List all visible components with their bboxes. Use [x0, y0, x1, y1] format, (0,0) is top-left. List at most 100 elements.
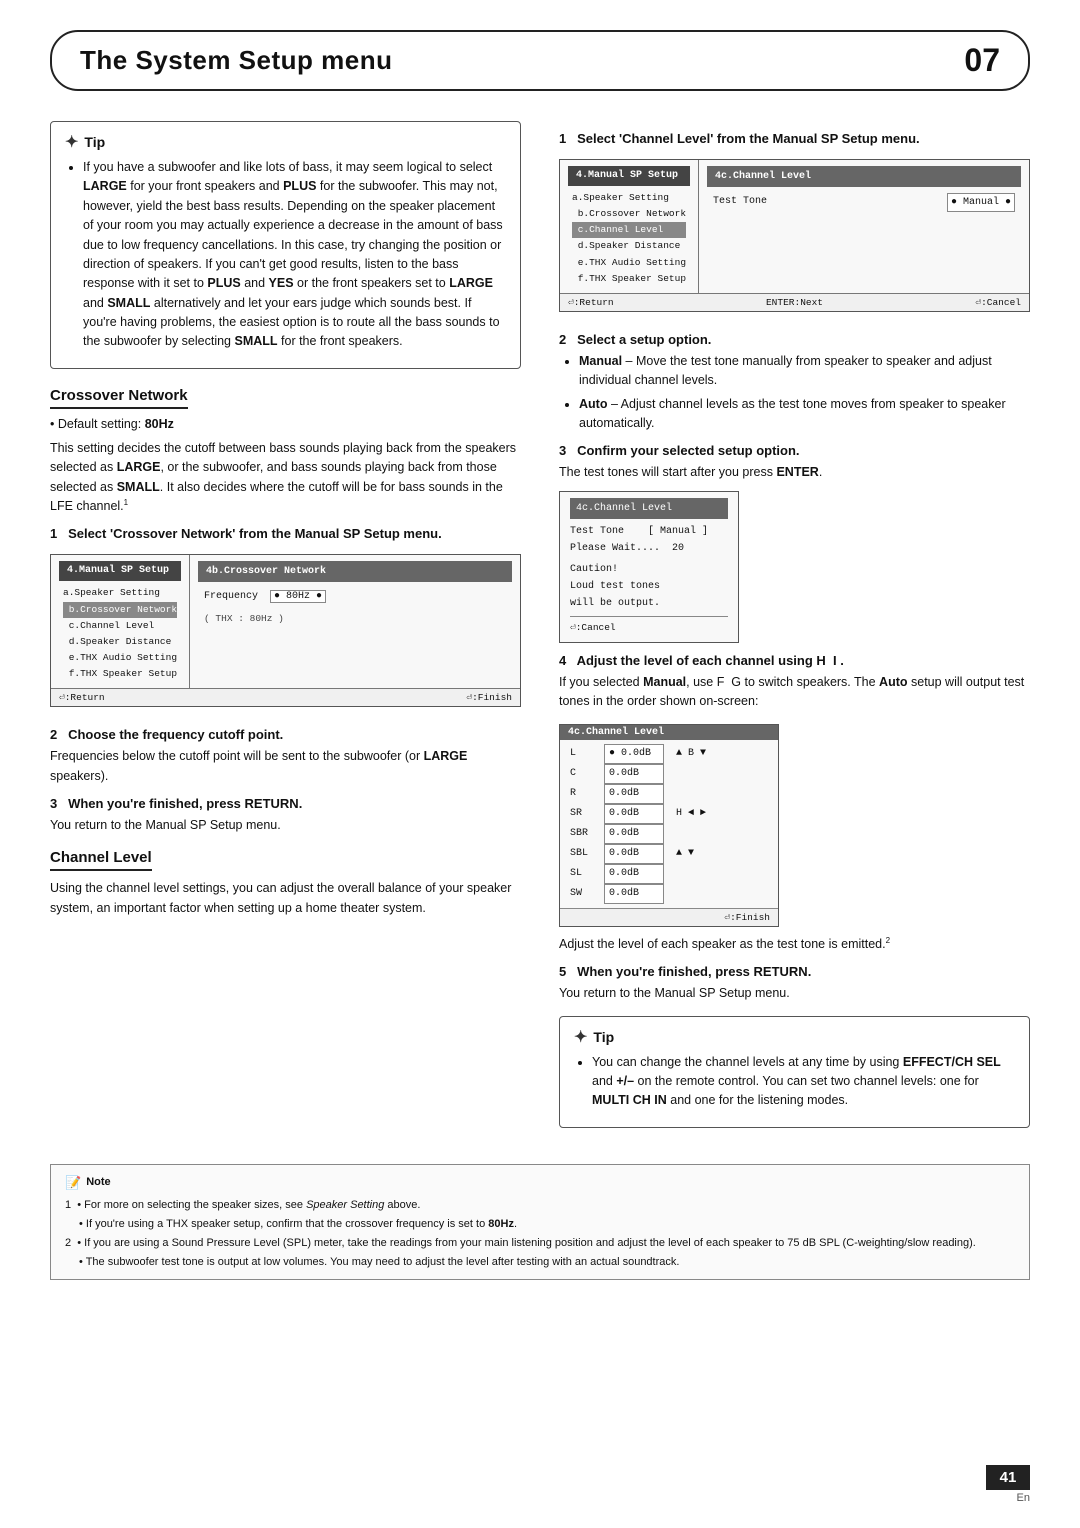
page-title: The System Setup menu: [80, 45, 392, 76]
wait-caution3: will be output.: [570, 595, 728, 612]
note-item-3: 2 • If you are using a Sound Pressure Le…: [65, 1235, 1015, 1252]
menu-item-3: c.Channel Level: [63, 618, 177, 634]
right-step5: 5 When you're finished, press RETURN. Yo…: [559, 964, 1030, 1003]
right-step4: 4 Adjust the level of each channel using…: [559, 653, 1030, 954]
left-tip-item-1: If you have a subwoofer and like lots of…: [83, 158, 506, 352]
channel-level-heading: Channel Level: [50, 849, 152, 871]
right-tip-box: ✦ Tip You can change the channel levels …: [559, 1016, 1030, 1128]
left-tip-header: ✦ Tip: [65, 132, 506, 152]
menu-item-6: f.THX Speaker Setup: [63, 666, 177, 682]
menu-item-1: a.Speaker Setting: [63, 585, 177, 601]
right-step5-heading: 5 When you're finished, press RETURN.: [559, 964, 1030, 979]
left-column: ✦ Tip If you have a subwoofer and like l…: [50, 121, 521, 1146]
ch-row-L: L ● 0.0dB ▲ B ▼: [570, 744, 768, 764]
ch-level-rows: L ● 0.0dB ▲ B ▼ C 0.0dB R 0.0dB: [560, 740, 778, 908]
crossover-body: This setting decides the cutoff between …: [50, 439, 521, 517]
right-step4-heading: 4 Adjust the level of each channel using…: [559, 653, 1030, 668]
ch-label-SW: SW: [570, 885, 598, 903]
ch-val-SBR: 0.0dB: [604, 824, 664, 844]
ch-row-SW: SW 0.0dB: [570, 884, 768, 904]
note-item-2: • If you're using a THX speaker setup, c…: [65, 1216, 1015, 1233]
option-manual: Manual – Move the test tone manually fro…: [579, 352, 1030, 391]
wait-title: 4c.Channel Level: [570, 498, 728, 519]
screen-footer-1: ⏎:Return ⏎:Finish: [51, 688, 520, 706]
left-tip-label: Tip: [84, 134, 105, 150]
ch-menu-item-5: e.THX Audio Setting: [572, 255, 686, 271]
ch-menu-item-6: f.THX Speaker Setup: [572, 271, 686, 287]
ch-label-SBR: SBR: [570, 825, 598, 843]
ch-row-SL: SL 0.0dB: [570, 864, 768, 884]
crossover-step1-heading: 1 Select 'Crossover Network' from the Ma…: [50, 526, 521, 541]
screen-frequency-row: Frequency ● 80Hz ●: [204, 588, 506, 605]
right-step1-heading: 1 Select 'Channel Level' from the Manual…: [559, 131, 1030, 146]
note-item-4: • The subwoofer test tone is output at l…: [65, 1254, 1015, 1271]
left-tip-box: ✦ Tip If you have a subwoofer and like l…: [50, 121, 521, 369]
ch-label-C: C: [570, 765, 598, 783]
ch-footer-enter: ENTER:Next: [766, 297, 823, 308]
ch-val-SR: 0.0dB: [604, 804, 664, 824]
channel-screen-right: 4c.Channel Level Test Tone ● Manual ●: [699, 160, 1029, 293]
wait-caution2: Loud test tones: [570, 578, 728, 595]
header-bar: The System Setup menu 07: [50, 30, 1030, 91]
test-tone-label: Test Tone: [713, 193, 767, 212]
channel-screen-footer: ⏎:Return ENTER:Next ⏎:Cancel: [560, 293, 1029, 311]
menu-item-4: d.Speaker Distance: [63, 634, 177, 650]
screen-right-title: 4b.Crossover Network: [198, 561, 512, 582]
right-step4-body1: If you selected Manual, use F G to switc…: [559, 673, 1030, 712]
test-tone-row: Test Tone ● Manual ●: [713, 193, 1015, 212]
ch-menu-item-1: a.Speaker Setting: [572, 190, 686, 206]
ch-level-finish: ⏎:Finish: [724, 912, 770, 923]
right-step5-body: You return to the Manual SP Setup menu.: [559, 984, 1030, 1003]
footer-finish: ⏎:Finish: [466, 692, 512, 703]
ch-menu-item-3-highlight: c.Channel Level: [572, 222, 686, 238]
wait-screen: 4c.Channel Level Test Tone [ Manual ] Pl…: [559, 491, 739, 643]
ch-menu-item-4: d.Speaker Distance: [572, 238, 686, 254]
screen-thx-note: ( THX : 80Hz ): [204, 611, 506, 627]
ch-val-C: 0.0dB: [604, 764, 664, 784]
crossover-section: Crossover Network • Default setting: 80H…: [50, 387, 521, 836]
ch-label-L: L: [570, 745, 598, 763]
crossover-heading: Crossover Network: [50, 387, 188, 409]
note-icon: 📝: [65, 1173, 81, 1193]
screen-menu-left: 4.Manual SP Setup a.Speaker Setting b.Cr…: [51, 555, 190, 688]
ch-val-SBL: 0.0dB: [604, 844, 664, 864]
ch-footer-cancel: ⏎:Cancel: [975, 297, 1021, 308]
right-step3-heading: 3 Confirm your selected setup option.: [559, 443, 1030, 458]
right-step3-body: The test tones will start after you pres…: [559, 463, 1030, 482]
note-box: 📝 Note 1 • For more on selecting the spe…: [50, 1164, 1030, 1280]
channel-right-title: 4c.Channel Level: [707, 166, 1021, 187]
crossover-step2-heading: 2 Choose the frequency cutoff point.: [50, 727, 521, 742]
crossover-default: • Default setting: 80Hz: [50, 417, 521, 431]
right-tip-icon: ✦: [574, 1027, 587, 1047]
menu-item-5: e.THX Audio Setting: [63, 650, 177, 666]
left-tip-content: If you have a subwoofer and like lots of…: [65, 158, 506, 352]
channel-screen-menu: 4.Manual SP Setup a.Speaker Setting b.Cr…: [560, 160, 699, 293]
right-step4-body2: Adjust the level of each speaker as the …: [559, 935, 1030, 955]
crossover-step3-body: You return to the Manual SP Setup menu.: [50, 816, 521, 835]
channel-level-section: Channel Level Using the channel level se…: [50, 849, 521, 918]
ch-row-SR: SR 0.0dB H ◄ ►: [570, 804, 768, 824]
note-item-1: 1 • For more on selecting the speaker si…: [65, 1197, 1015, 1214]
footer-return: ⏎:Return: [59, 692, 105, 703]
ch-row-SBL: SBL 0.0dB ▲ ▼: [570, 844, 768, 864]
option-auto: Auto – Adjust channel levels as the test…: [579, 395, 1030, 434]
ch-arrows-SBL: ▲ ▼: [670, 845, 694, 863]
chapter-number: 07: [964, 42, 1000, 79]
screen-content-right: 4b.Crossover Network Frequency ● 80Hz ● …: [190, 555, 520, 688]
ch-row-SBR: SBR 0.0dB: [570, 824, 768, 844]
step2-options: Manual – Move the test tone manually fro…: [559, 352, 1030, 434]
tip-icon: ✦: [65, 132, 78, 152]
ch-footer-return: ⏎:Return: [568, 297, 614, 308]
ch-label-SBL: SBL: [570, 845, 598, 863]
wait-footer: ⏎:Cancel: [570, 616, 728, 636]
note-label: Note: [86, 1174, 110, 1191]
channel-screen: 4.Manual SP Setup a.Speaker Setting b.Cr…: [559, 159, 1030, 312]
right-tip-item-1: You can change the channel levels at any…: [592, 1053, 1015, 1111]
crossover-screen: 4.Manual SP Setup a.Speaker Setting b.Cr…: [50, 554, 521, 707]
channel-screen-title-left: 4.Manual SP Setup: [568, 166, 690, 186]
ch-level-footer: ⏎:Finish: [560, 908, 778, 926]
right-step2-heading: 2 Select a setup option.: [559, 332, 1030, 347]
ch-menu-item-2: b.Crossover Network: [572, 206, 686, 222]
page-container: The System Setup menu 07 ✦ Tip If you ha…: [0, 0, 1080, 1528]
right-step3: 3 Confirm your selected setup option. Th…: [559, 443, 1030, 643]
